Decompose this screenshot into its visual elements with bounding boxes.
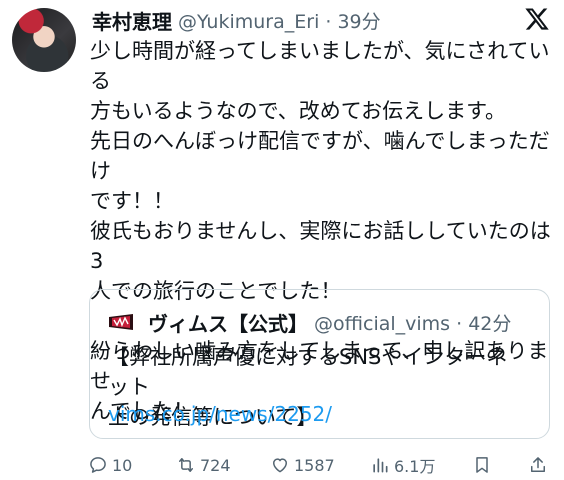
bookmark-icon bbox=[476, 457, 488, 473]
retweet-icon bbox=[179, 458, 193, 472]
retweet-count: 724 bbox=[200, 455, 231, 475]
tweet-header: 幸村恵理 @Yukimura_Eri · 39分 bbox=[92, 6, 381, 35]
author-handle-time[interactable]: @Yukimura_Eri · 39分 bbox=[178, 7, 381, 34]
quote-handle-time: @official_vims · 42分 bbox=[314, 312, 512, 335]
views-icon bbox=[373, 458, 388, 473]
like-count: 1587 bbox=[294, 455, 335, 475]
like-button[interactable]: 1587 bbox=[270, 453, 335, 477]
reply-button[interactable]: 10 bbox=[88, 453, 132, 477]
retweet-button[interactable]: 724 bbox=[176, 453, 231, 477]
views-button[interactable]: 6.1万 bbox=[370, 453, 435, 477]
quote-author-name: ヴィムス【公式】 bbox=[148, 311, 308, 336]
like-icon bbox=[273, 458, 287, 473]
share-icon bbox=[531, 457, 545, 472]
quote-link[interactable]: vims.co.jp/news/2252/ bbox=[108, 402, 332, 426]
action-bar: 10 724 1587 6.1万 bbox=[88, 453, 552, 477]
share-button[interactable] bbox=[528, 453, 552, 477]
bookmark-button[interactable] bbox=[472, 453, 496, 477]
reply-count: 10 bbox=[112, 455, 133, 475]
avatar[interactable] bbox=[12, 8, 76, 72]
vims-logo-icon bbox=[109, 314, 133, 330]
x-logo-icon[interactable] bbox=[524, 6, 550, 32]
quote-tweet-card[interactable]: ヴィムス【公式】 @official_vims · 42分 【弊社所属声優に対す… bbox=[89, 289, 550, 439]
reply-icon bbox=[90, 457, 106, 473]
views-count: 6.1万 bbox=[394, 457, 436, 476]
author-name[interactable]: 幸村恵理 bbox=[92, 6, 172, 35]
quote-header: ヴィムス【公式】 @official_vims · 42分 bbox=[108, 310, 512, 336]
